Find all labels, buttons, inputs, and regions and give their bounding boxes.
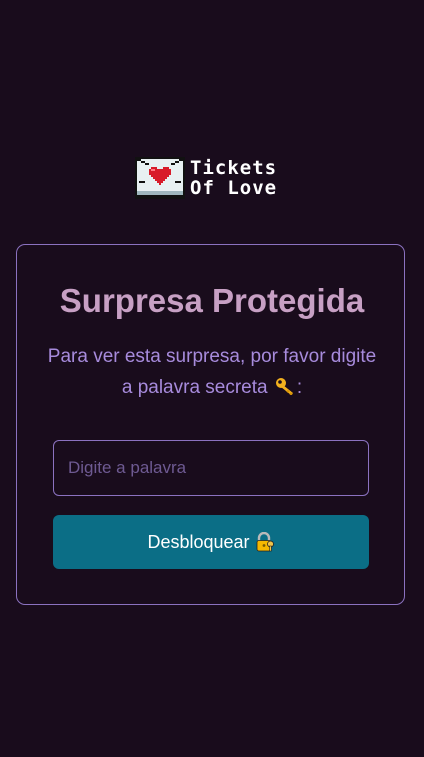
card-title: Surpresa Protegida	[59, 282, 365, 319]
envelope-heart-icon	[135, 157, 185, 199]
tickets-of-love-logo: Tickets Of Love	[135, 156, 290, 200]
logo-line-2: Of Love	[190, 177, 278, 199]
description-colon: :	[296, 377, 303, 398]
key-icon	[275, 378, 293, 395]
unlock-button-label: Desbloquear	[147, 531, 250, 552]
unlock-button[interactable]: Desbloquear	[53, 515, 369, 569]
secret-word-input[interactable]	[53, 440, 369, 496]
unlock-page: Tickets Of Love Surpresa Protegida Para …	[0, 0, 424, 757]
card-description: Para ver esta surpresa, por favor digite…	[40, 341, 384, 403]
logo-line-1: Tickets	[190, 157, 278, 179]
locked-with-key-icon	[256, 532, 274, 552]
logo-text: Tickets Of Love	[190, 158, 277, 198]
description-text: Para ver esta surpresa, por favor digite…	[47, 346, 377, 398]
